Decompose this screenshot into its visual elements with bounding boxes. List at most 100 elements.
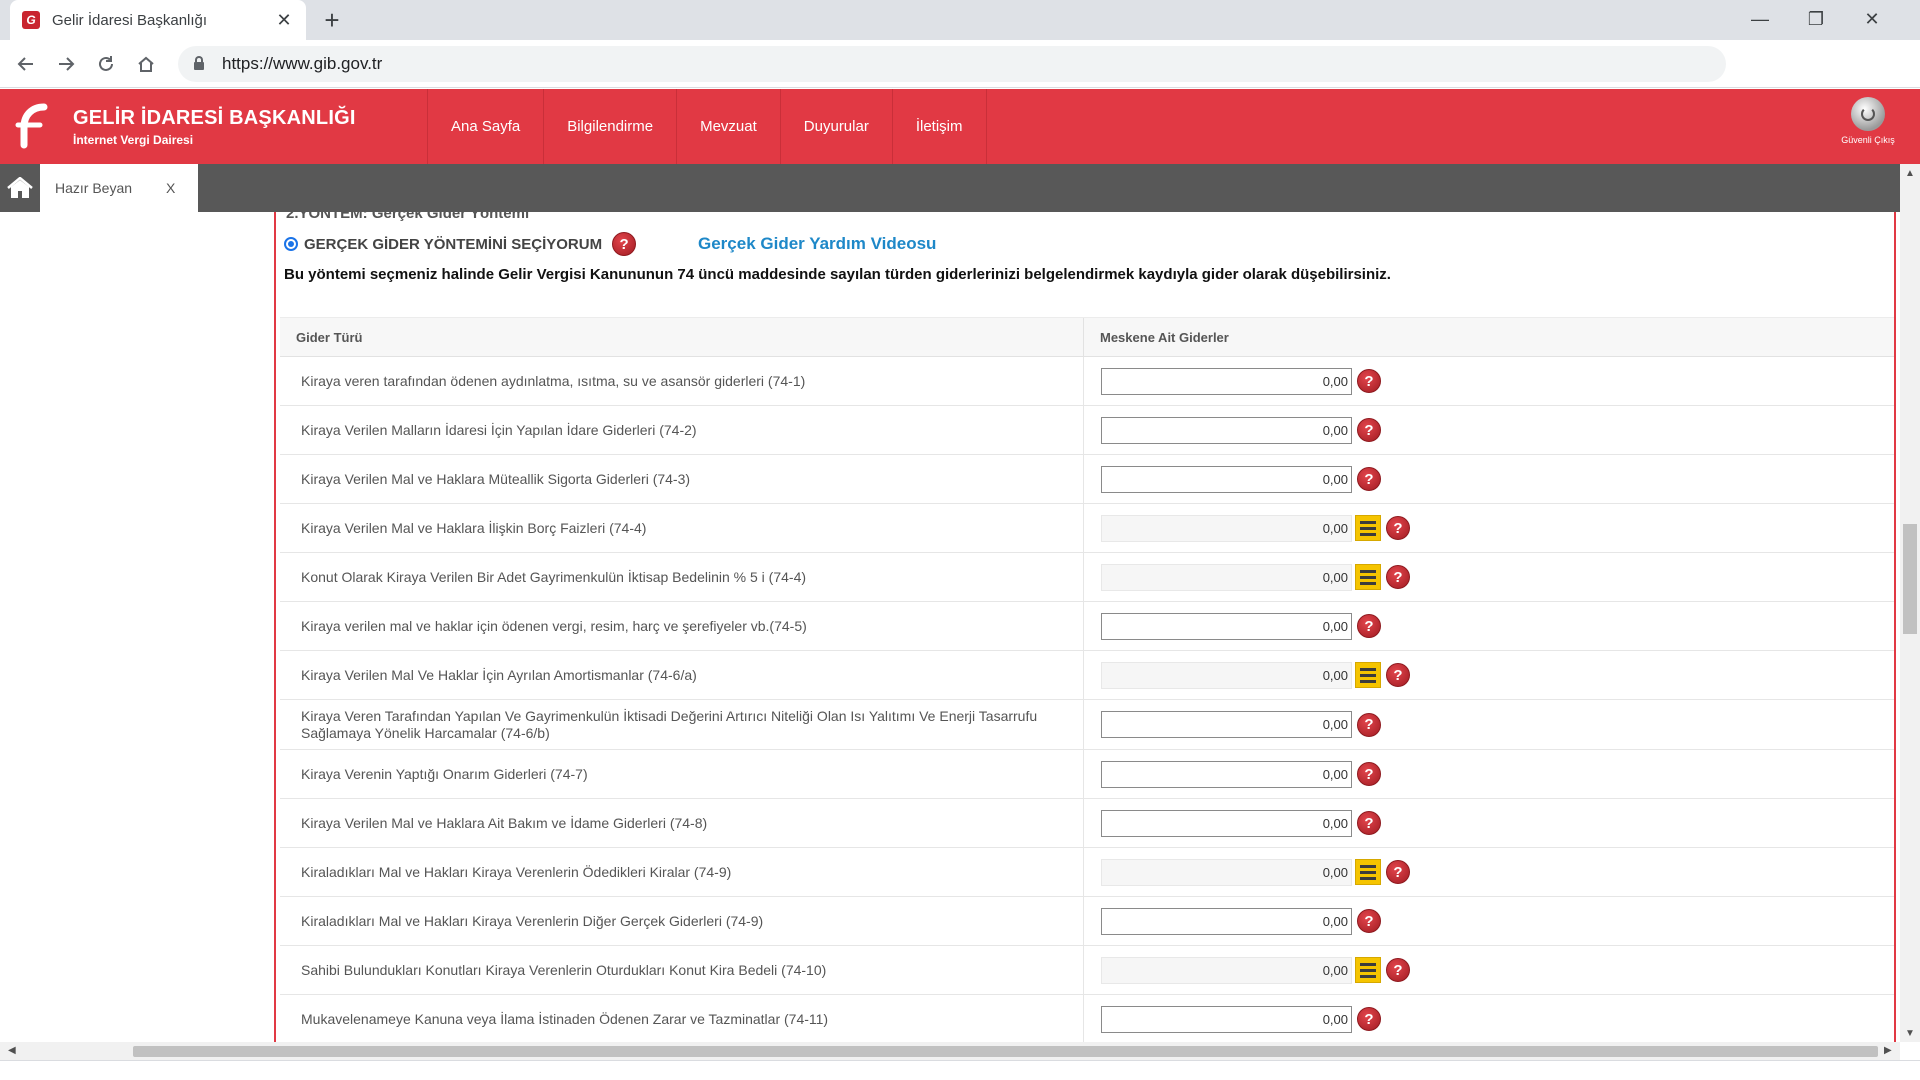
list-line — [1360, 569, 1376, 573]
close-window-button[interactable]: ✕ — [1848, 4, 1896, 34]
nav-duyurular[interactable]: Duyurular — [779, 89, 892, 164]
home-button[interactable] — [132, 50, 160, 78]
list-line — [1360, 581, 1376, 585]
detail-list-icon[interactable] — [1355, 859, 1381, 885]
forward-button[interactable] — [52, 50, 80, 78]
info-text: Bu yöntemi seçmeniz halinde Gelir Vergis… — [284, 266, 1391, 283]
expense-type-label: Kiraya Verilen Mal ve Haklara Müteallik … — [280, 455, 1084, 503]
help-icon[interactable]: ? — [1357, 909, 1381, 933]
gercek-gider-radio-label[interactable]: GERÇEK GİDER YÖNTEMİNİ SEÇİYORUM — [304, 236, 602, 253]
expense-amount-input[interactable] — [1101, 465, 1352, 493]
list-line — [1360, 532, 1376, 536]
gercek-gider-radio[interactable] — [284, 237, 298, 251]
table-row: Kiraya Verilen Mal Ve Haklar İçin Ayrıla… — [280, 651, 1894, 700]
detail-list-icon[interactable] — [1355, 957, 1381, 983]
site-title: GELİR İDARESİ BAŞKANLIĞI — [73, 107, 356, 129]
address-bar[interactable]: https://www.gib.gov.tr — [178, 46, 1726, 82]
help-icon[interactable]: ? — [1357, 418, 1381, 442]
nav-ana-sayfa[interactable]: Ana Sayfa — [427, 89, 543, 164]
help-video-link[interactable]: Gerçek Gider Yardım Videosu — [698, 234, 936, 254]
scroll-down-arrow-icon[interactable]: ▼ — [1905, 1028, 1915, 1039]
home-icon — [7, 177, 33, 198]
reload-button[interactable] — [92, 50, 120, 78]
expense-amount-input[interactable] — [1101, 711, 1352, 738]
expense-value-cell: ? — [1084, 651, 1894, 699]
method-radio-row[interactable]: GERÇEK GİDER YÖNTEMİNİ SEÇİYORUM ? — [284, 232, 637, 256]
expense-value-cell: ? — [1084, 750, 1894, 798]
list-line — [1360, 876, 1376, 880]
help-icon[interactable]: ? — [1386, 860, 1410, 884]
expense-amount-input[interactable] — [1101, 1005, 1352, 1033]
app-tab-strip: Hazır Beyan X — [0, 164, 1900, 212]
detail-list-icon[interactable] — [1355, 515, 1381, 541]
horizontal-scroll-thumb[interactable] — [133, 1046, 1878, 1057]
help-icon[interactable]: ? — [1357, 762, 1381, 786]
site-subtitle: İnternet Vergi Dairesi — [73, 133, 194, 147]
list-line — [1360, 870, 1376, 874]
expense-value-cell: ? — [1084, 799, 1894, 847]
expense-amount-input[interactable] — [1101, 612, 1352, 640]
scroll-up-arrow-icon[interactable]: ▲ — [1905, 168, 1915, 179]
help-icon[interactable]: ? — [612, 232, 637, 256]
table-row: Kiraya verilen mal ve haklar için ödenen… — [280, 602, 1894, 651]
expense-value-cell: ? — [1084, 848, 1894, 896]
help-icon[interactable]: ? — [1357, 369, 1381, 393]
help-icon[interactable]: ? — [1386, 565, 1410, 589]
subtab-close-button[interactable]: X — [166, 180, 198, 196]
expense-amount-input[interactable] — [1101, 367, 1352, 395]
table-row: Kiraya veren tarafından ödenen aydınlatm… — [280, 357, 1894, 406]
main-content: 2.YÖNTEM: Gerçek Gider Yöntemi GERÇEK Gİ… — [0, 212, 1900, 1042]
minimize-window-button[interactable]: — — [1736, 4, 1784, 34]
expense-type-label: Kiraya Verilen Mal Ve Haklar İçin Ayrıla… — [280, 651, 1084, 699]
section-title: 2.YÖNTEM: Gerçek Gider Yöntemi — [286, 212, 530, 222]
back-button[interactable] — [12, 50, 40, 78]
expense-type-label: Kiraladıkları Mal ve Hakları Kiraya Vere… — [280, 848, 1084, 896]
list-line — [1360, 520, 1376, 524]
list-line — [1360, 962, 1376, 966]
reload-icon — [99, 56, 113, 71]
app-home-button[interactable] — [0, 164, 40, 212]
home-icon — [138, 56, 154, 72]
restore-window-button[interactable]: ❐ — [1792, 4, 1840, 34]
help-icon[interactable]: ? — [1357, 811, 1381, 835]
detail-list-icon[interactable] — [1355, 662, 1381, 688]
expense-amount-input[interactable] — [1101, 809, 1352, 837]
expense-type-label: Konut Olarak Kiraya Verilen Bir Adet Gay… — [280, 553, 1084, 601]
expense-value-cell: ? — [1084, 553, 1894, 601]
expense-type-label: Sahibi Bulundukları Konutları Kiraya Ver… — [280, 946, 1084, 994]
vertical-scroll-thumb[interactable] — [1903, 524, 1917, 634]
help-icon[interactable]: ? — [1386, 958, 1410, 982]
nav-mevzuat[interactable]: Mevzuat — [676, 89, 780, 164]
nav-bilgilendirme[interactable]: Bilgilendirme — [543, 89, 676, 164]
browser-tab[interactable]: G Gelir İdaresi Başkanlığı ✕ — [10, 0, 306, 40]
help-icon[interactable]: ? — [1386, 663, 1410, 687]
help-icon[interactable]: ? — [1357, 614, 1381, 638]
expense-type-label: Kiraya Verilen Malların İdaresi İçin Yap… — [280, 406, 1084, 454]
scroll-left-arrow-icon[interactable]: ◀ — [8, 1045, 16, 1056]
detail-list-icon[interactable] — [1355, 564, 1381, 590]
list-line — [1360, 968, 1376, 972]
site-header: GELİR İDARESİ BAŞKANLIĞI İnternet Vergi … — [0, 89, 1920, 164]
help-icon[interactable]: ? — [1357, 467, 1381, 491]
expense-amount-input[interactable] — [1101, 907, 1352, 935]
table-row: Kiraya Verilen Mal ve Haklara İlişkin Bo… — [280, 504, 1894, 553]
expense-amount-input[interactable] — [1101, 760, 1352, 788]
help-icon[interactable]: ? — [1386, 516, 1410, 540]
close-tab-icon[interactable]: ✕ — [274, 10, 294, 31]
new-tab-button[interactable]: + — [318, 5, 346, 35]
expense-value-cell: ? — [1084, 357, 1894, 405]
gib-favicon-icon: G — [22, 11, 40, 29]
expense-value-cell: ? — [1084, 995, 1894, 1042]
list-line — [1360, 974, 1376, 978]
expense-type-label: Kiraya veren tarafından ödenen aydınlatm… — [280, 357, 1084, 405]
help-icon[interactable]: ? — [1357, 1007, 1381, 1031]
nav-iletisim[interactable]: İletişim — [891, 89, 987, 164]
logout-button[interactable]: Güvenli Çıkış — [1832, 97, 1904, 145]
expense-value-cell: ? — [1084, 946, 1894, 994]
help-icon[interactable]: ? — [1357, 712, 1381, 737]
subtab-hazir-beyan[interactable]: Hazır Beyan X — [40, 164, 198, 212]
expense-amount-input[interactable] — [1101, 416, 1352, 444]
expense-type-label: Kiraladıkları Mal ve Hakları Kiraya Vere… — [280, 897, 1084, 945]
expense-type-label: Kiraya Verilen Mal ve Haklara Ait Bakım … — [280, 799, 1084, 847]
scroll-right-arrow-icon[interactable]: ▶ — [1884, 1045, 1892, 1056]
